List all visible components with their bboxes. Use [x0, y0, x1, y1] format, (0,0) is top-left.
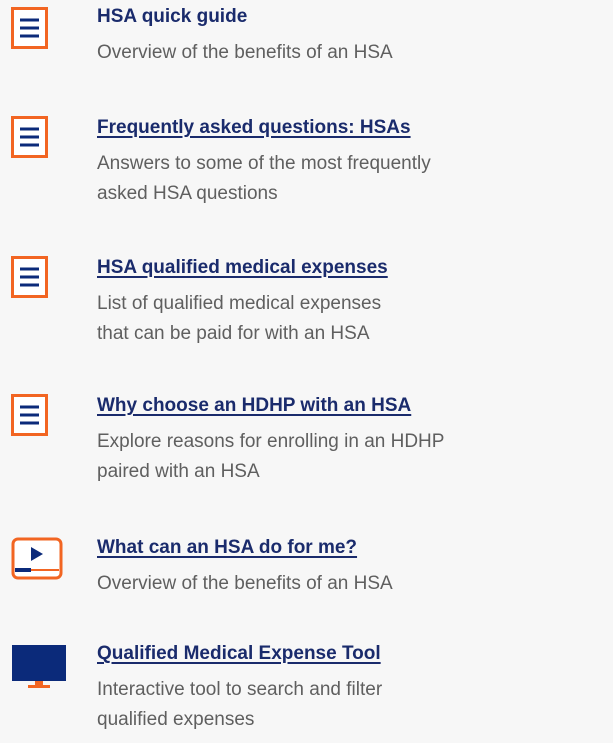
resource-text: What can an HSA do for me? Overview of t… [97, 536, 605, 599]
resource-list: HSA quick guide Overview of the benefits… [0, 0, 613, 743]
document-icon [11, 116, 57, 162]
resource-description: Answers to some of the most frequently a… [97, 149, 605, 209]
resource-link-what-can-hsa-do[interactable]: What can an HSA do for me? [97, 536, 605, 560]
resource-link-qualified-medical-expense-tool[interactable]: Qualified Medical Expense Tool [97, 642, 605, 666]
resource-description: Interactive tool to search and filter qu… [97, 675, 605, 735]
video-icon [11, 536, 63, 582]
resource-text: HSA quick guide Overview of the benefits… [97, 5, 605, 68]
document-icon [11, 394, 57, 440]
resource-description: Overview of the benefits of an HSA [97, 38, 605, 68]
resource-description: Overview of the benefits of an HSA [97, 569, 605, 599]
description-line: Interactive tool to search and filter [97, 679, 383, 700]
monitor-icon [11, 644, 66, 690]
resource-link-hsa-quick-guide[interactable]: HSA quick guide [97, 5, 605, 29]
description-line: Overview of the benefits of an HSA [97, 573, 393, 594]
resource-text: Qualified Medical Expense Tool Interacti… [97, 642, 605, 735]
description-line: paired with an HSA [97, 461, 260, 482]
resource-text: Why choose an HDHP with an HSA Explore r… [97, 394, 605, 487]
document-icon [11, 7, 57, 53]
description-line: Overview of the benefits of an HSA [97, 42, 393, 63]
description-line: List of qualified medical expenses [97, 293, 382, 314]
description-line: asked HSA questions [97, 183, 278, 204]
description-line: qualified expenses [97, 709, 255, 730]
description-line: Answers to some of the most frequently [97, 153, 431, 174]
resource-link-hsa-qualified-medical-expenses[interactable]: HSA qualified medical expenses [97, 256, 605, 280]
resource-text: HSA qualified medical expenses List of q… [97, 256, 605, 349]
resource-link-faq-hsas[interactable]: Frequently asked questions: HSAs [97, 116, 605, 140]
document-icon [11, 256, 57, 302]
resource-link-why-choose-hdhp[interactable]: Why choose an HDHP with an HSA [97, 394, 605, 418]
description-line: Explore reasons for enrolling in an HDHP [97, 431, 445, 452]
description-line: that can be paid for with an HSA [97, 323, 370, 344]
resource-description: Explore reasons for enrolling in an HDHP… [97, 427, 605, 487]
resource-text: Frequently asked questions: HSAs Answers… [97, 116, 605, 209]
resource-description: List of qualified medical expenses that … [97, 289, 605, 349]
